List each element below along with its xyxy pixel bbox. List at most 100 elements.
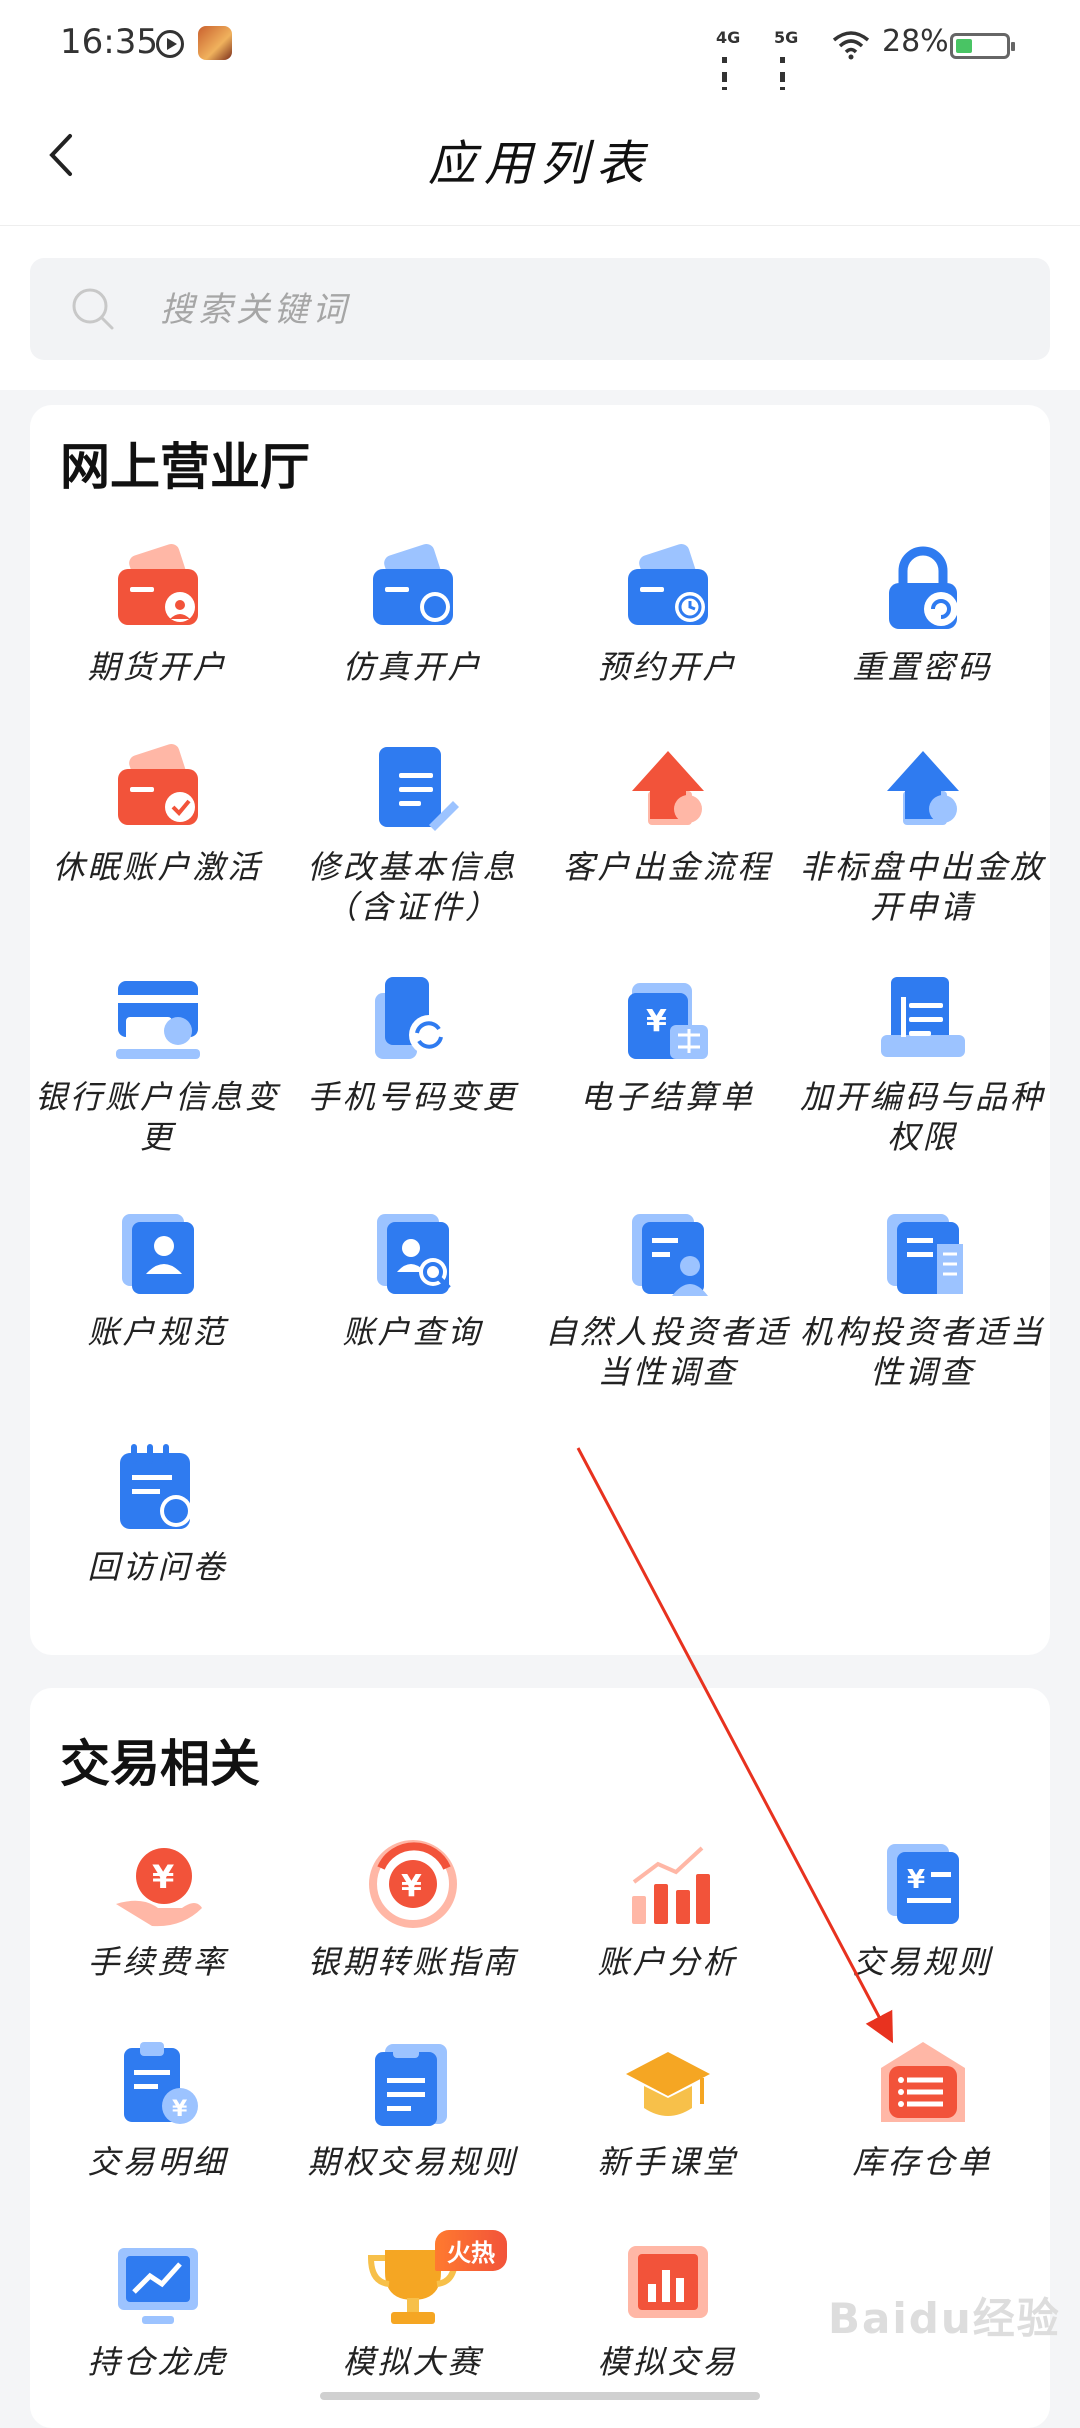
- app-item-trade-rules[interactable]: ¥ 交易规则: [795, 1838, 1050, 1988]
- app-item-label: 休眠账户激活: [52, 848, 263, 886]
- app-item-code-permission[interactable]: 加开编码与品种权限: [795, 973, 1050, 1156]
- newbie-class-icon: [622, 2038, 714, 2130]
- app-item-withdraw-flow[interactable]: 客户出金流程: [540, 743, 795, 893]
- svg-text:¥: ¥: [907, 1865, 925, 1895]
- app-item-sim-trading[interactable]: 模拟交易: [540, 2238, 795, 2388]
- watermark-logo: Baidu经验: [828, 2294, 1061, 2343]
- search-area: [0, 226, 1080, 390]
- app-item-label: 仿真开户: [342, 648, 483, 686]
- app-item-newbie-class[interactable]: 新手课堂: [540, 2038, 795, 2188]
- home-indicator: [320, 2392, 760, 2400]
- bank-account-icon: [112, 973, 204, 1065]
- app-item-label: 修改基本信息（含证件）: [307, 848, 518, 926]
- app-item-reset-password[interactable]: 重置密码: [795, 543, 1050, 693]
- account-norm-icon: [112, 1208, 204, 1300]
- page-title: 应用列表: [427, 136, 652, 192]
- app-item-label: 期权交易规则: [307, 2143, 518, 2181]
- app-item-label: 账户规范: [87, 1313, 228, 1351]
- nonstandard-withdraw-icon: [877, 743, 969, 835]
- app-item-account-query[interactable]: 账户查询: [285, 1208, 540, 1358]
- sim-trading-icon: [622, 2238, 714, 2330]
- app-item-label: 电子结算单: [579, 1078, 755, 1116]
- reset-password-icon: [877, 543, 969, 635]
- app-item-label: 库存仓单: [852, 2143, 993, 2181]
- status-bar: 16:35 4G 5G 28%: [0, 0, 1080, 120]
- app-item-label: 机构投资者适当性调查: [799, 1313, 1045, 1391]
- game-app-icon: [198, 26, 232, 60]
- app-item-label: 自然人投资者适当性调查: [544, 1313, 790, 1391]
- individual-survey-icon: [622, 1208, 714, 1300]
- position-ranking-icon: [112, 2238, 204, 2330]
- app-item-position-ranking[interactable]: 持仓龙虎: [30, 2238, 285, 2388]
- hot-badge: 火热: [435, 2230, 507, 2271]
- app-item-bank-account[interactable]: 银行账户信息变更: [30, 973, 285, 1156]
- app-item-label: 非标盘中出金放开申请: [799, 848, 1045, 926]
- app-item-label: 手机号码变更: [307, 1078, 518, 1116]
- app-item-appointment-account[interactable]: 预约开户: [540, 543, 795, 693]
- app-item-label: 交易明细: [87, 2143, 228, 2181]
- edit-info-icon: [367, 743, 459, 835]
- app-item-simulation-account[interactable]: 仿真开户: [285, 543, 540, 693]
- app-item-nonstandard-withdraw[interactable]: 非标盘中出金放开申请: [795, 743, 1050, 926]
- app-item-edit-info[interactable]: 修改基本信息（含证件）: [285, 743, 540, 926]
- account-analysis-icon: [622, 1838, 714, 1930]
- app-item-phone-change[interactable]: 手机号码变更: [285, 973, 540, 1123]
- simulation-account-icon: [367, 543, 459, 635]
- search-input[interactable]: [158, 258, 1022, 362]
- app-item-label: 加开编码与品种权限: [799, 1078, 1045, 1156]
- dormant-account-icon: [112, 743, 204, 835]
- app-item-trade-details[interactable]: ¥ 交易明细: [30, 2038, 285, 2188]
- futures-account-icon: [112, 543, 204, 635]
- search-icon: [72, 288, 114, 330]
- app-item-institution-survey[interactable]: 机构投资者适当性调查: [795, 1208, 1050, 1391]
- code-permission-icon: [877, 973, 969, 1065]
- app-item-label: 模拟大赛: [342, 2343, 483, 2381]
- app-item-warehouse-receipt[interactable]: 库存仓单: [795, 2038, 1050, 2188]
- app-item-contest[interactable]: 火热模拟大赛: [285, 2230, 540, 2388]
- svg-text:¥: ¥: [172, 2097, 188, 2122]
- trade-details-icon: ¥: [112, 2038, 204, 2130]
- app-item-label: 模拟交易: [597, 2343, 738, 2381]
- app-item-bank-transfer[interactable]: ¥ 银期转账指南: [285, 1838, 540, 1988]
- app-item-label: 预约开户: [597, 648, 738, 686]
- media-play-icon: [156, 30, 184, 58]
- section-online-hall: 网上营业厅 期货开户 仿真开户 预约开户 重置密码 休眠账户激活 修改基本信息（含证…: [30, 405, 1050, 1655]
- wifi-icon: [832, 31, 870, 60]
- app-item-label: 账户查询: [342, 1313, 483, 1351]
- nav-bar: 应用列表: [0, 90, 1080, 226]
- app-item-futures-account[interactable]: 期货开户: [30, 543, 285, 693]
- app-item-label: 银期转账指南: [307, 1943, 518, 1981]
- app-item-account-norm[interactable]: 账户规范: [30, 1208, 285, 1358]
- app-item-revisit-survey[interactable]: 回访问卷: [30, 1443, 285, 1593]
- app-item-settlement[interactable]: ¥ 电子结算单: [540, 973, 795, 1123]
- app-item-account-analysis[interactable]: 账户分析: [540, 1838, 795, 1988]
- withdraw-flow-icon: [622, 743, 714, 835]
- svg-text:¥: ¥: [401, 1869, 422, 1904]
- fee-rate-icon: ¥: [112, 1838, 204, 1930]
- app-item-fee-rate[interactable]: ¥ 手续费率: [30, 1838, 285, 1988]
- revisit-survey-icon: [112, 1443, 204, 1535]
- search-box[interactable]: [30, 258, 1050, 362]
- app-item-label: 账户分析: [597, 1943, 738, 1981]
- app-item-individual-survey[interactable]: 自然人投资者适当性调查: [540, 1208, 795, 1391]
- institution-survey-icon: [877, 1208, 969, 1300]
- app-item-label: 重置密码: [852, 648, 993, 686]
- option-rules-icon: [367, 2038, 459, 2130]
- account-query-icon: [367, 1208, 459, 1300]
- svg-text:¥: ¥: [152, 1858, 174, 1896]
- settlement-icon: ¥: [622, 973, 714, 1065]
- status-time: 16:35: [60, 22, 158, 62]
- battery-percent: 28%: [882, 24, 949, 59]
- svg-text:¥: ¥: [646, 1004, 667, 1039]
- app-item-label: 持仓龙虎: [87, 2343, 228, 2381]
- battery-icon: [950, 33, 1015, 59]
- app-item-label: 银行账户信息变更: [34, 1078, 280, 1156]
- app-item-dormant-account[interactable]: 休眠账户激活: [30, 743, 285, 893]
- app-item-label: 交易规则: [852, 1943, 993, 1981]
- section-title: 交易相关: [60, 1735, 260, 1793]
- app-item-option-rules[interactable]: 期权交易规则: [285, 2038, 540, 2188]
- app-item-label: 期货开户: [87, 648, 228, 686]
- bank-transfer-icon: ¥: [367, 1838, 459, 1930]
- appointment-account-icon: [622, 543, 714, 635]
- trade-rules-icon: ¥: [877, 1838, 969, 1930]
